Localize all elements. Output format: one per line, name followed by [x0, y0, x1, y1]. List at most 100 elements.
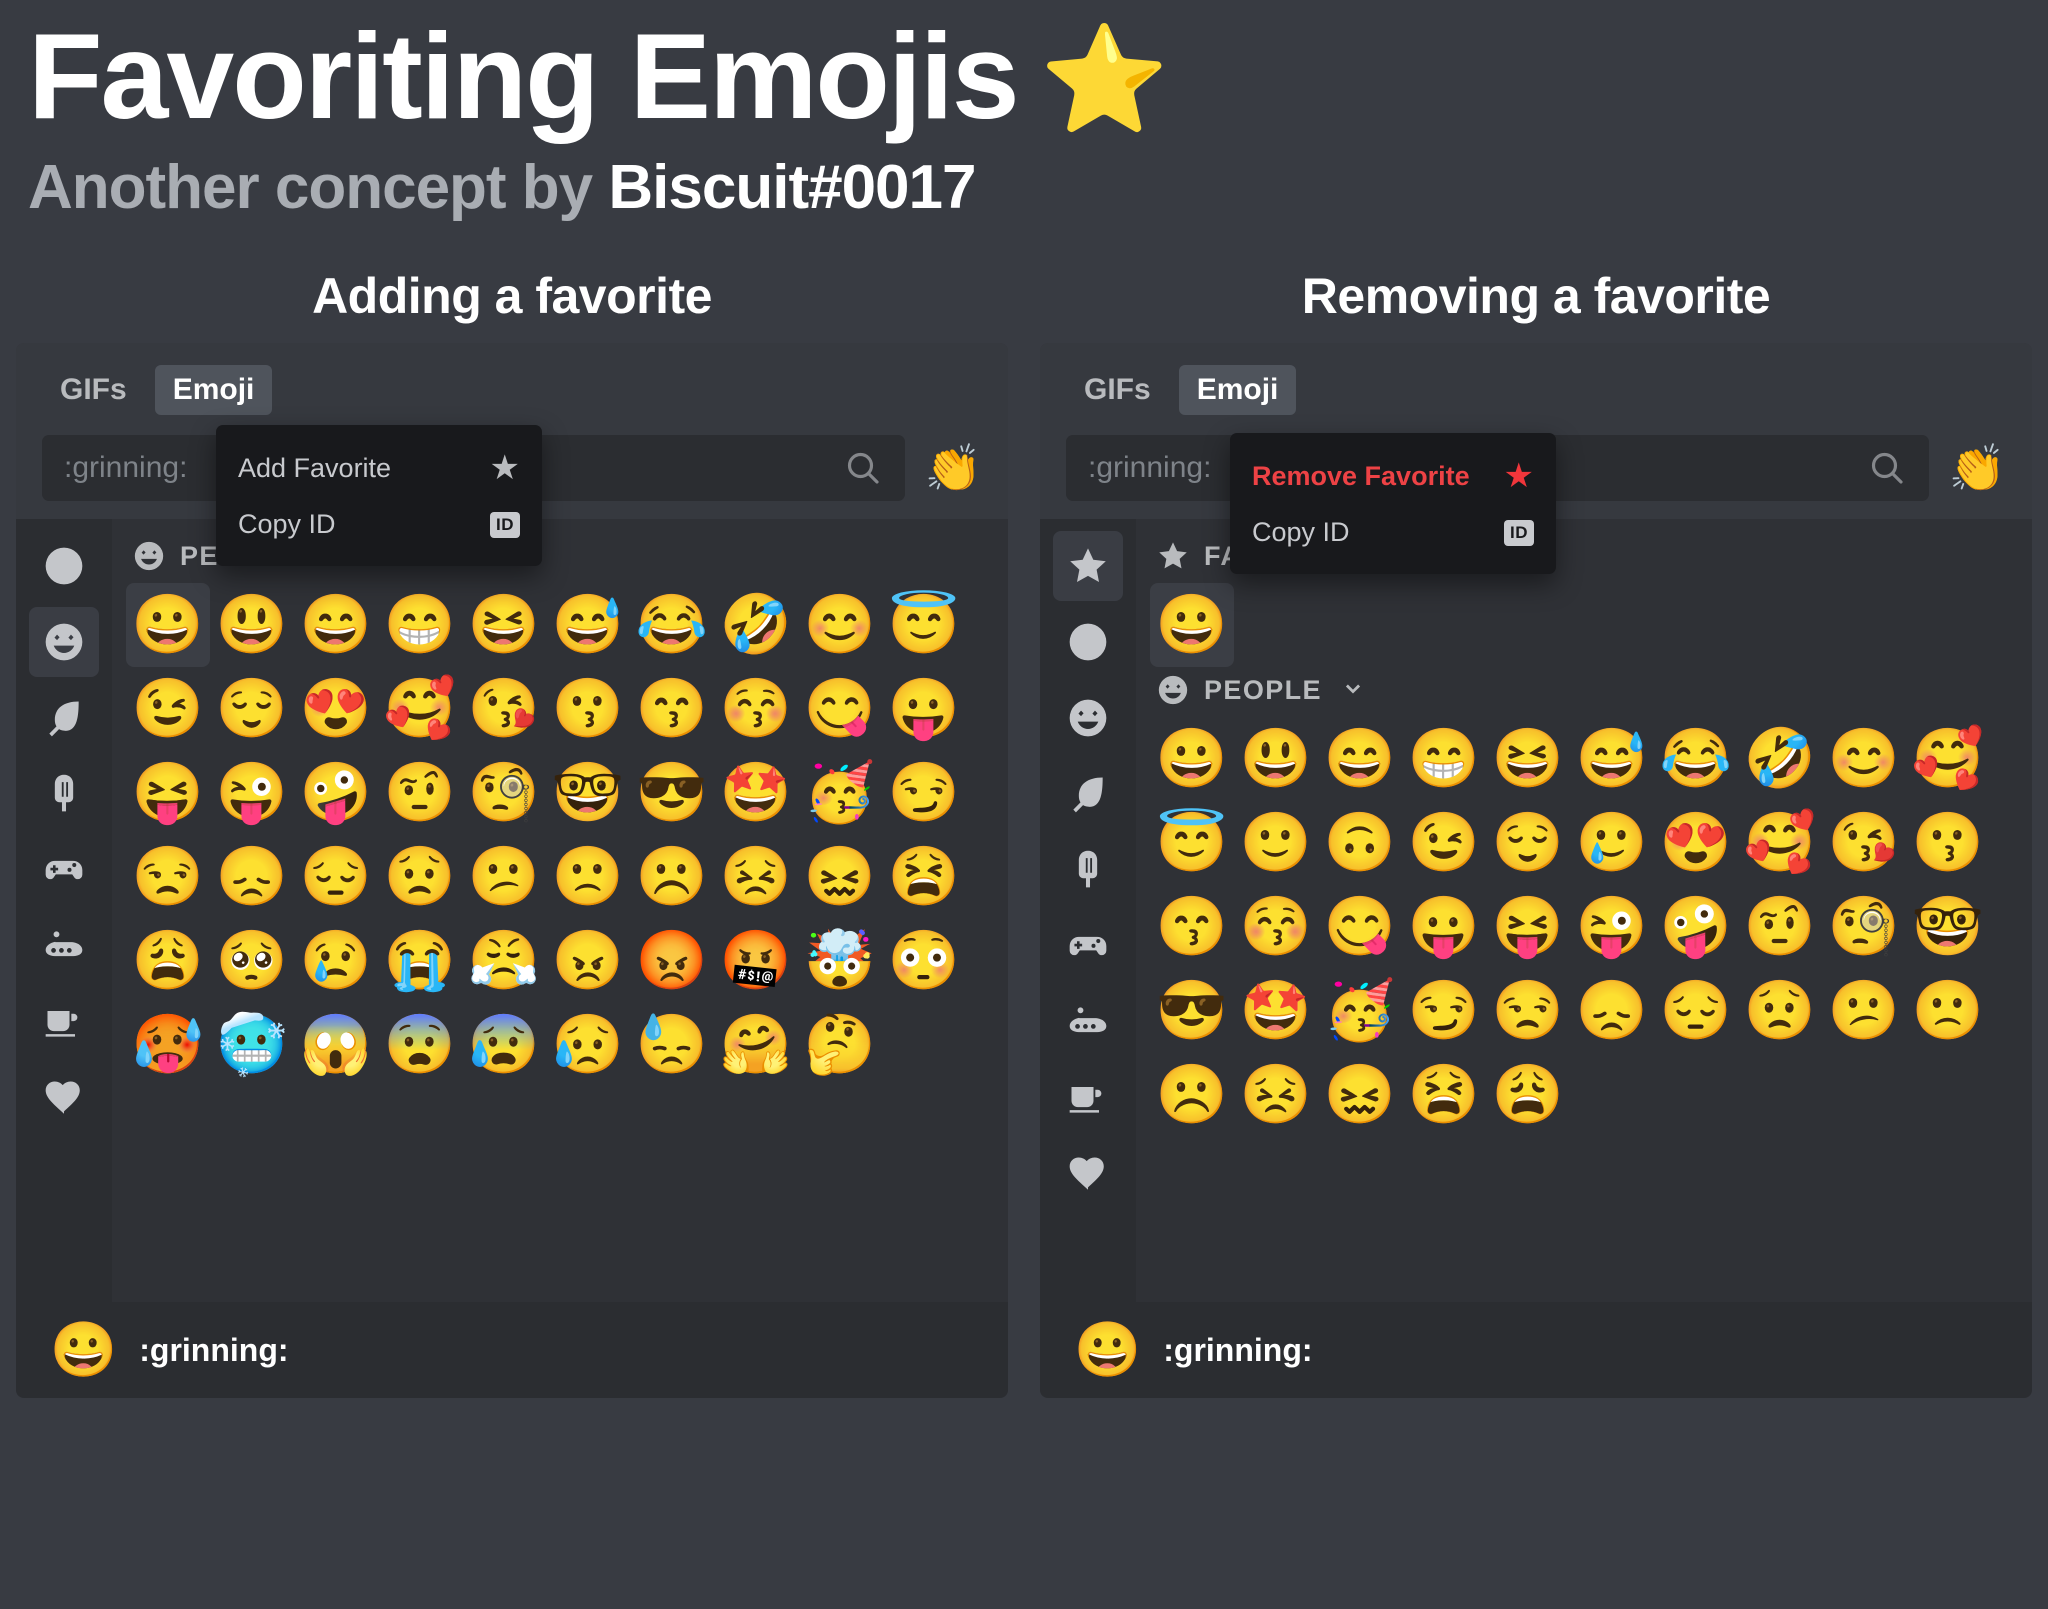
emoji-cell[interactable]: 😇	[882, 583, 966, 667]
sidebar-item-food[interactable]	[29, 759, 99, 829]
emoji-cell[interactable]: 🤨	[378, 751, 462, 835]
emoji-cell[interactable]: 😜	[210, 751, 294, 835]
tab-emoji[interactable]: Emoji	[1178, 365, 1297, 416]
emoji-cell[interactable]: 😃	[1234, 717, 1318, 801]
emoji-cell[interactable]: 🥶	[210, 1003, 294, 1087]
emoji-cell[interactable]: 😓	[630, 1003, 714, 1087]
emoji-cell[interactable]: 🙃	[1318, 801, 1402, 885]
emoji-cell[interactable]: 😌	[210, 667, 294, 751]
emoji-cell[interactable]: 😫	[1402, 1053, 1486, 1137]
emoji-cell[interactable]: 😢	[294, 919, 378, 1003]
emoji-cell[interactable]: 😎	[630, 751, 714, 835]
emoji-cell[interactable]: 😒	[1486, 969, 1570, 1053]
context-menu-item-copy-id[interactable]: Copy ID ID	[216, 497, 542, 552]
emoji-cell[interactable]: 😙	[1150, 885, 1234, 969]
clap-emoji-button[interactable]: 👏	[925, 445, 982, 491]
emoji-cell[interactable]: 😖	[798, 835, 882, 919]
sidebar-item-recent[interactable]	[1053, 607, 1123, 677]
emoji-cell[interactable]: 😅	[546, 583, 630, 667]
tab-gifs[interactable]: GIFs	[42, 365, 145, 415]
sidebar-item-objects[interactable]	[1053, 1063, 1123, 1133]
emoji-cell[interactable]: 🤩	[1234, 969, 1318, 1053]
emoji-cell[interactable]: 😇	[1150, 801, 1234, 885]
emoji-cell[interactable]: 🤗	[714, 1003, 798, 1087]
emoji-cell[interactable]: 🤔	[798, 1003, 882, 1087]
emoji-cell[interactable]: 😝	[126, 751, 210, 835]
emoji-cell[interactable]: 😳	[882, 919, 966, 1003]
emoji-cell[interactable]: 😛	[1402, 885, 1486, 969]
emoji-cell[interactable]: 😂	[1654, 717, 1738, 801]
emoji-cell[interactable]: 😩	[126, 919, 210, 1003]
emoji-cell[interactable]: 🤨	[1738, 885, 1822, 969]
clap-emoji-button[interactable]: 👏	[1949, 445, 2006, 491]
emoji-cell[interactable]: 😁	[378, 583, 462, 667]
emoji-cell[interactable]: 😔	[294, 835, 378, 919]
context-menu-add-favorite[interactable]: Add Favorite ★ Copy ID ID	[216, 425, 542, 567]
tab-gifs[interactable]: GIFs	[1066, 365, 1169, 415]
emoji-cell[interactable]: 🤪	[294, 751, 378, 835]
sidebar-item-recent[interactable]	[29, 531, 99, 601]
emoji-cell[interactable]: 😊	[798, 583, 882, 667]
emoji-cell[interactable]: 😍	[294, 667, 378, 751]
emoji-cell[interactable]: 😫	[882, 835, 966, 919]
emoji-cell[interactable]: 😒	[126, 835, 210, 919]
context-menu-item-remove-favorite[interactable]: Remove Favorite ★	[1230, 447, 1556, 505]
emoji-cell[interactable]: 😣	[714, 835, 798, 919]
emoji-cell[interactable]: 🙁	[1906, 969, 1990, 1053]
context-menu-item-add-favorite[interactable]: Add Favorite ★	[216, 439, 542, 497]
sidebar-item-nature[interactable]	[29, 683, 99, 753]
emoji-cell[interactable]: 😎	[1150, 969, 1234, 1053]
emoji-cell[interactable]: 😕	[1822, 969, 1906, 1053]
emoji-cell[interactable]: 😃	[210, 583, 294, 667]
sidebar-item-people[interactable]	[29, 607, 99, 678]
emoji-cell[interactable]: ☹️	[630, 835, 714, 919]
emoji-cell[interactable]: 🧐	[1822, 885, 1906, 969]
sidebar-item-favorites[interactable]	[1053, 531, 1123, 602]
emoji-cell[interactable]: 🤣	[1738, 717, 1822, 801]
emoji-cell[interactable]: 😗	[546, 667, 630, 751]
emoji-cell[interactable]: 🤪	[1654, 885, 1738, 969]
emoji-cell[interactable]: 😛	[882, 667, 966, 751]
emoji-cell[interactable]: 🥳	[798, 751, 882, 835]
sidebar-item-symbols[interactable]	[1053, 1139, 1123, 1209]
emoji-cell[interactable]: 🥵	[126, 1003, 210, 1087]
context-menu-remove-favorite[interactable]: Remove Favorite ★ Copy ID ID	[1230, 433, 1556, 575]
emoji-cell[interactable]: 😕	[462, 835, 546, 919]
sidebar-item-activities[interactable]	[1053, 911, 1123, 981]
emoji-cell[interactable]: 😚	[714, 667, 798, 751]
context-menu-item-copy-id[interactable]: Copy ID ID	[1230, 505, 1556, 560]
emoji-cell[interactable]: 🤓	[1906, 885, 1990, 969]
emoji-cell[interactable]: 😡	[630, 919, 714, 1003]
emoji-cell[interactable]: 😉	[126, 667, 210, 751]
emoji-cell[interactable]: 🙁	[546, 835, 630, 919]
emoji-cell[interactable]: 🤣	[714, 583, 798, 667]
emoji-cell[interactable]: 😋	[1318, 885, 1402, 969]
emoji-cell[interactable]: 😀	[126, 583, 210, 668]
emoji-cell[interactable]: 😄	[294, 583, 378, 667]
sidebar-item-travel[interactable]	[29, 911, 99, 981]
emoji-cell[interactable]: 🧐	[462, 751, 546, 835]
sidebar-item-objects[interactable]	[29, 987, 99, 1057]
sidebar-item-nature[interactable]	[1053, 759, 1123, 829]
sidebar-item-activities[interactable]	[29, 835, 99, 905]
emoji-cell[interactable]: 😀	[1150, 717, 1234, 801]
emoji-cell[interactable]: 😩	[1486, 1053, 1570, 1137]
emoji-cell[interactable]: 😀	[1150, 583, 1234, 668]
emoji-cell[interactable]: 😭	[378, 919, 462, 1003]
emoji-cell[interactable]: 🤓	[546, 751, 630, 835]
sidebar-item-travel[interactable]	[1053, 987, 1123, 1057]
emoji-cell[interactable]: ☹️	[1150, 1053, 1234, 1137]
emoji-cell[interactable]: 😞	[1570, 969, 1654, 1053]
emoji-cell[interactable]: 😰	[462, 1003, 546, 1087]
emoji-cell[interactable]: 🤩	[714, 751, 798, 835]
emoji-cell[interactable]: 😤	[462, 919, 546, 1003]
emoji-cell[interactable]: 🤯	[798, 919, 882, 1003]
emoji-cell[interactable]: 😝	[1486, 885, 1570, 969]
emoji-cell[interactable]: 😨	[378, 1003, 462, 1087]
emoji-cell[interactable]: 😟	[378, 835, 462, 919]
emoji-cell[interactable]: 😉	[1402, 801, 1486, 885]
emoji-cell[interactable]: 😣	[1234, 1053, 1318, 1137]
emoji-cell[interactable]: 😂	[630, 583, 714, 667]
emoji-cell[interactable]: 🥳	[1318, 969, 1402, 1053]
emoji-cell[interactable]: 😘	[1822, 801, 1906, 885]
